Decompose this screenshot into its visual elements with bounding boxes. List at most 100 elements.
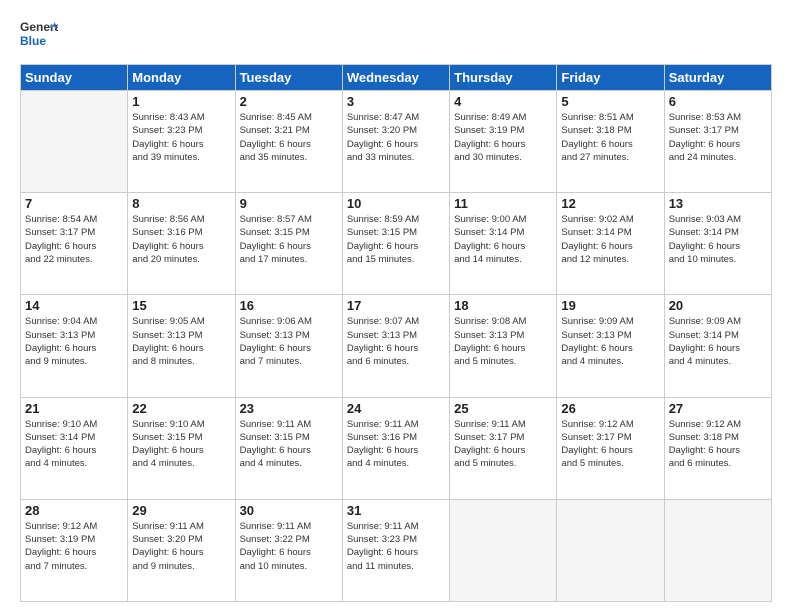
day-info: Sunrise: 9:09 AMSunset: 3:13 PMDaylight:… (561, 315, 659, 368)
calendar-cell: 1 Sunrise: 8:43 AMSunset: 3:23 PMDaylight… (128, 91, 235, 193)
calendar-cell: 12Sunrise: 9:02 AMSunset: 3:14 PMDayligh… (557, 193, 664, 295)
calendar-week-row: 28 Sunrise: 9:12 AMSunset: 3:19 PMDayligh… (21, 499, 772, 601)
calendar-week-row: 1 Sunrise: 8:43 AMSunset: 3:23 PMDaylight… (21, 91, 772, 193)
svg-text:Blue: Blue (20, 34, 46, 48)
day-number: 27 (669, 401, 767, 416)
calendar-col-thursday: Thursday (450, 65, 557, 91)
calendar-cell: 5Sunrise: 8:51 AMSunset: 3:18 PMDaylight… (557, 91, 664, 193)
calendar-header-row: SundayMondayTuesdayWednesdayThursdayFrid… (21, 65, 772, 91)
day-info: Sunrise: 9:07 AMSunset: 3:13 PMDaylight:… (347, 315, 445, 368)
day-number: 18 (454, 298, 552, 313)
calendar-cell: 11 Sunrise: 9:00 AMSunset: 3:14 PMDayligh… (450, 193, 557, 295)
day-info: Sunrise: 8:45 AMSunset: 3:21 PMDaylight:… (240, 111, 338, 164)
day-info: Sunrise: 9:11 AMSunset: 3:17 PMDaylight:… (454, 418, 552, 471)
day-info: Sunrise: 9:11 AMSunset: 3:20 PMDaylight:… (132, 520, 230, 573)
day-number: 24 (347, 401, 445, 416)
calendar-cell: 9 Sunrise: 8:57 AMSunset: 3:15 PMDaylight… (235, 193, 342, 295)
calendar-cell (450, 499, 557, 601)
day-info: Sunrise: 9:11 AMSunset: 3:23 PMDaylight:… (347, 520, 445, 573)
calendar-cell: 18 Sunrise: 9:08 AMSunset: 3:13 PMDayligh… (450, 295, 557, 397)
day-number: 17 (347, 298, 445, 313)
calendar-cell: 10 Sunrise: 8:59 AMSunset: 3:15 PMDayligh… (342, 193, 449, 295)
day-info: Sunrise: 8:49 AMSunset: 3:19 PMDaylight:… (454, 111, 552, 164)
day-info: Sunrise: 9:08 AMSunset: 3:13 PMDaylight:… (454, 315, 552, 368)
calendar-week-row: 7Sunrise: 8:54 AMSunset: 3:17 PMDaylight… (21, 193, 772, 295)
day-number: 1 (132, 94, 230, 109)
calendar-cell: 7Sunrise: 8:54 AMSunset: 3:17 PMDaylight… (21, 193, 128, 295)
day-number: 13 (669, 196, 767, 211)
calendar-cell: 26 Sunrise: 9:12 AMSunset: 3:17 PMDayligh… (557, 397, 664, 499)
calendar-cell: 29 Sunrise: 9:11 AMSunset: 3:20 PMDayligh… (128, 499, 235, 601)
day-number: 28 (25, 503, 123, 518)
day-info: Sunrise: 8:47 AMSunset: 3:20 PMDaylight:… (347, 111, 445, 164)
calendar-cell: 22 Sunrise: 9:10 AMSunset: 3:15 PMDayligh… (128, 397, 235, 499)
calendar-col-monday: Monday (128, 65, 235, 91)
day-number: 20 (669, 298, 767, 313)
day-info: Sunrise: 9:11 AMSunset: 3:16 PMDaylight:… (347, 418, 445, 471)
header: General Blue (20, 18, 772, 54)
calendar-week-row: 21 Sunrise: 9:10 AMSunset: 3:14 PMDayligh… (21, 397, 772, 499)
day-number: 25 (454, 401, 552, 416)
calendar-cell: 14 Sunrise: 9:04 AMSunset: 3:13 PMDayligh… (21, 295, 128, 397)
calendar-cell: 16Sunrise: 9:06 AMSunset: 3:13 PMDayligh… (235, 295, 342, 397)
day-info: Sunrise: 9:00 AMSunset: 3:14 PMDaylight:… (454, 213, 552, 266)
day-info: Sunrise: 9:04 AMSunset: 3:13 PMDaylight:… (25, 315, 123, 368)
day-number: 9 (240, 196, 338, 211)
calendar-cell: 30 Sunrise: 9:11 AMSunset: 3:22 PMDayligh… (235, 499, 342, 601)
calendar-cell (557, 499, 664, 601)
calendar-col-sunday: Sunday (21, 65, 128, 91)
calendar-col-friday: Friday (557, 65, 664, 91)
calendar-cell: 3 Sunrise: 8:47 AMSunset: 3:20 PMDaylight… (342, 91, 449, 193)
day-info: Sunrise: 9:12 AMSunset: 3:17 PMDaylight:… (561, 418, 659, 471)
day-info: Sunrise: 9:09 AMSunset: 3:14 PMDaylight:… (669, 315, 767, 368)
day-number: 22 (132, 401, 230, 416)
calendar-cell: 28 Sunrise: 9:12 AMSunset: 3:19 PMDayligh… (21, 499, 128, 601)
day-number: 19 (561, 298, 659, 313)
calendar-cell (664, 499, 771, 601)
day-number: 14 (25, 298, 123, 313)
calendar-cell: 19 Sunrise: 9:09 AMSunset: 3:13 PMDayligh… (557, 295, 664, 397)
calendar-cell: 13 Sunrise: 9:03 AMSunset: 3:14 PMDayligh… (664, 193, 771, 295)
day-info: Sunrise: 9:06 AMSunset: 3:13 PMDaylight:… (240, 315, 338, 368)
day-number: 30 (240, 503, 338, 518)
day-info: Sunrise: 9:12 AMSunset: 3:18 PMDaylight:… (669, 418, 767, 471)
day-number: 3 (347, 94, 445, 109)
day-number: 12 (561, 196, 659, 211)
day-info: Sunrise: 9:12 AMSunset: 3:19 PMDaylight:… (25, 520, 123, 573)
day-number: 26 (561, 401, 659, 416)
day-number: 6 (669, 94, 767, 109)
calendar-cell: 25 Sunrise: 9:11 AMSunset: 3:17 PMDayligh… (450, 397, 557, 499)
day-number: 15 (132, 298, 230, 313)
day-number: 31 (347, 503, 445, 518)
day-info: Sunrise: 8:54 AMSunset: 3:17 PMDaylight:… (25, 213, 123, 266)
day-info: Sunrise: 9:03 AMSunset: 3:14 PMDaylight:… (669, 213, 767, 266)
day-number: 29 (132, 503, 230, 518)
day-number: 11 (454, 196, 552, 211)
logo-bird-icon: General Blue (20, 18, 58, 54)
calendar-week-row: 14 Sunrise: 9:04 AMSunset: 3:13 PMDayligh… (21, 295, 772, 397)
calendar-cell: 15 Sunrise: 9:05 AMSunset: 3:13 PMDayligh… (128, 295, 235, 397)
calendar-cell: 23Sunrise: 9:11 AMSunset: 3:15 PMDayligh… (235, 397, 342, 499)
day-info: Sunrise: 8:59 AMSunset: 3:15 PMDaylight:… (347, 213, 445, 266)
calendar-cell: 31 Sunrise: 9:11 AMSunset: 3:23 PMDayligh… (342, 499, 449, 601)
logo: General Blue (20, 18, 58, 54)
calendar-cell: 8 Sunrise: 8:56 AMSunset: 3:16 PMDaylight… (128, 193, 235, 295)
day-info: Sunrise: 8:56 AMSunset: 3:16 PMDaylight:… (132, 213, 230, 266)
day-number: 10 (347, 196, 445, 211)
day-number: 2 (240, 94, 338, 109)
calendar-cell: 2 Sunrise: 8:45 AMSunset: 3:21 PMDaylight… (235, 91, 342, 193)
day-info: Sunrise: 8:57 AMSunset: 3:15 PMDaylight:… (240, 213, 338, 266)
calendar-col-tuesday: Tuesday (235, 65, 342, 91)
day-number: 8 (132, 196, 230, 211)
day-info: Sunrise: 8:53 AMSunset: 3:17 PMDaylight:… (669, 111, 767, 164)
day-info: Sunrise: 9:10 AMSunset: 3:15 PMDaylight:… (132, 418, 230, 471)
day-number: 23 (240, 401, 338, 416)
day-info: Sunrise: 9:10 AMSunset: 3:14 PMDaylight:… (25, 418, 123, 471)
day-info: Sunrise: 8:51 AMSunset: 3:18 PMDaylight:… (561, 111, 659, 164)
day-info: Sunrise: 8:43 AMSunset: 3:23 PMDaylight:… (132, 111, 230, 164)
day-number: 21 (25, 401, 123, 416)
day-info: Sunrise: 9:11 AMSunset: 3:22 PMDaylight:… (240, 520, 338, 573)
calendar-cell: 24 Sunrise: 9:11 AMSunset: 3:16 PMDayligh… (342, 397, 449, 499)
calendar-table: SundayMondayTuesdayWednesdayThursdayFrid… (20, 64, 772, 602)
day-info: Sunrise: 9:05 AMSunset: 3:13 PMDaylight:… (132, 315, 230, 368)
